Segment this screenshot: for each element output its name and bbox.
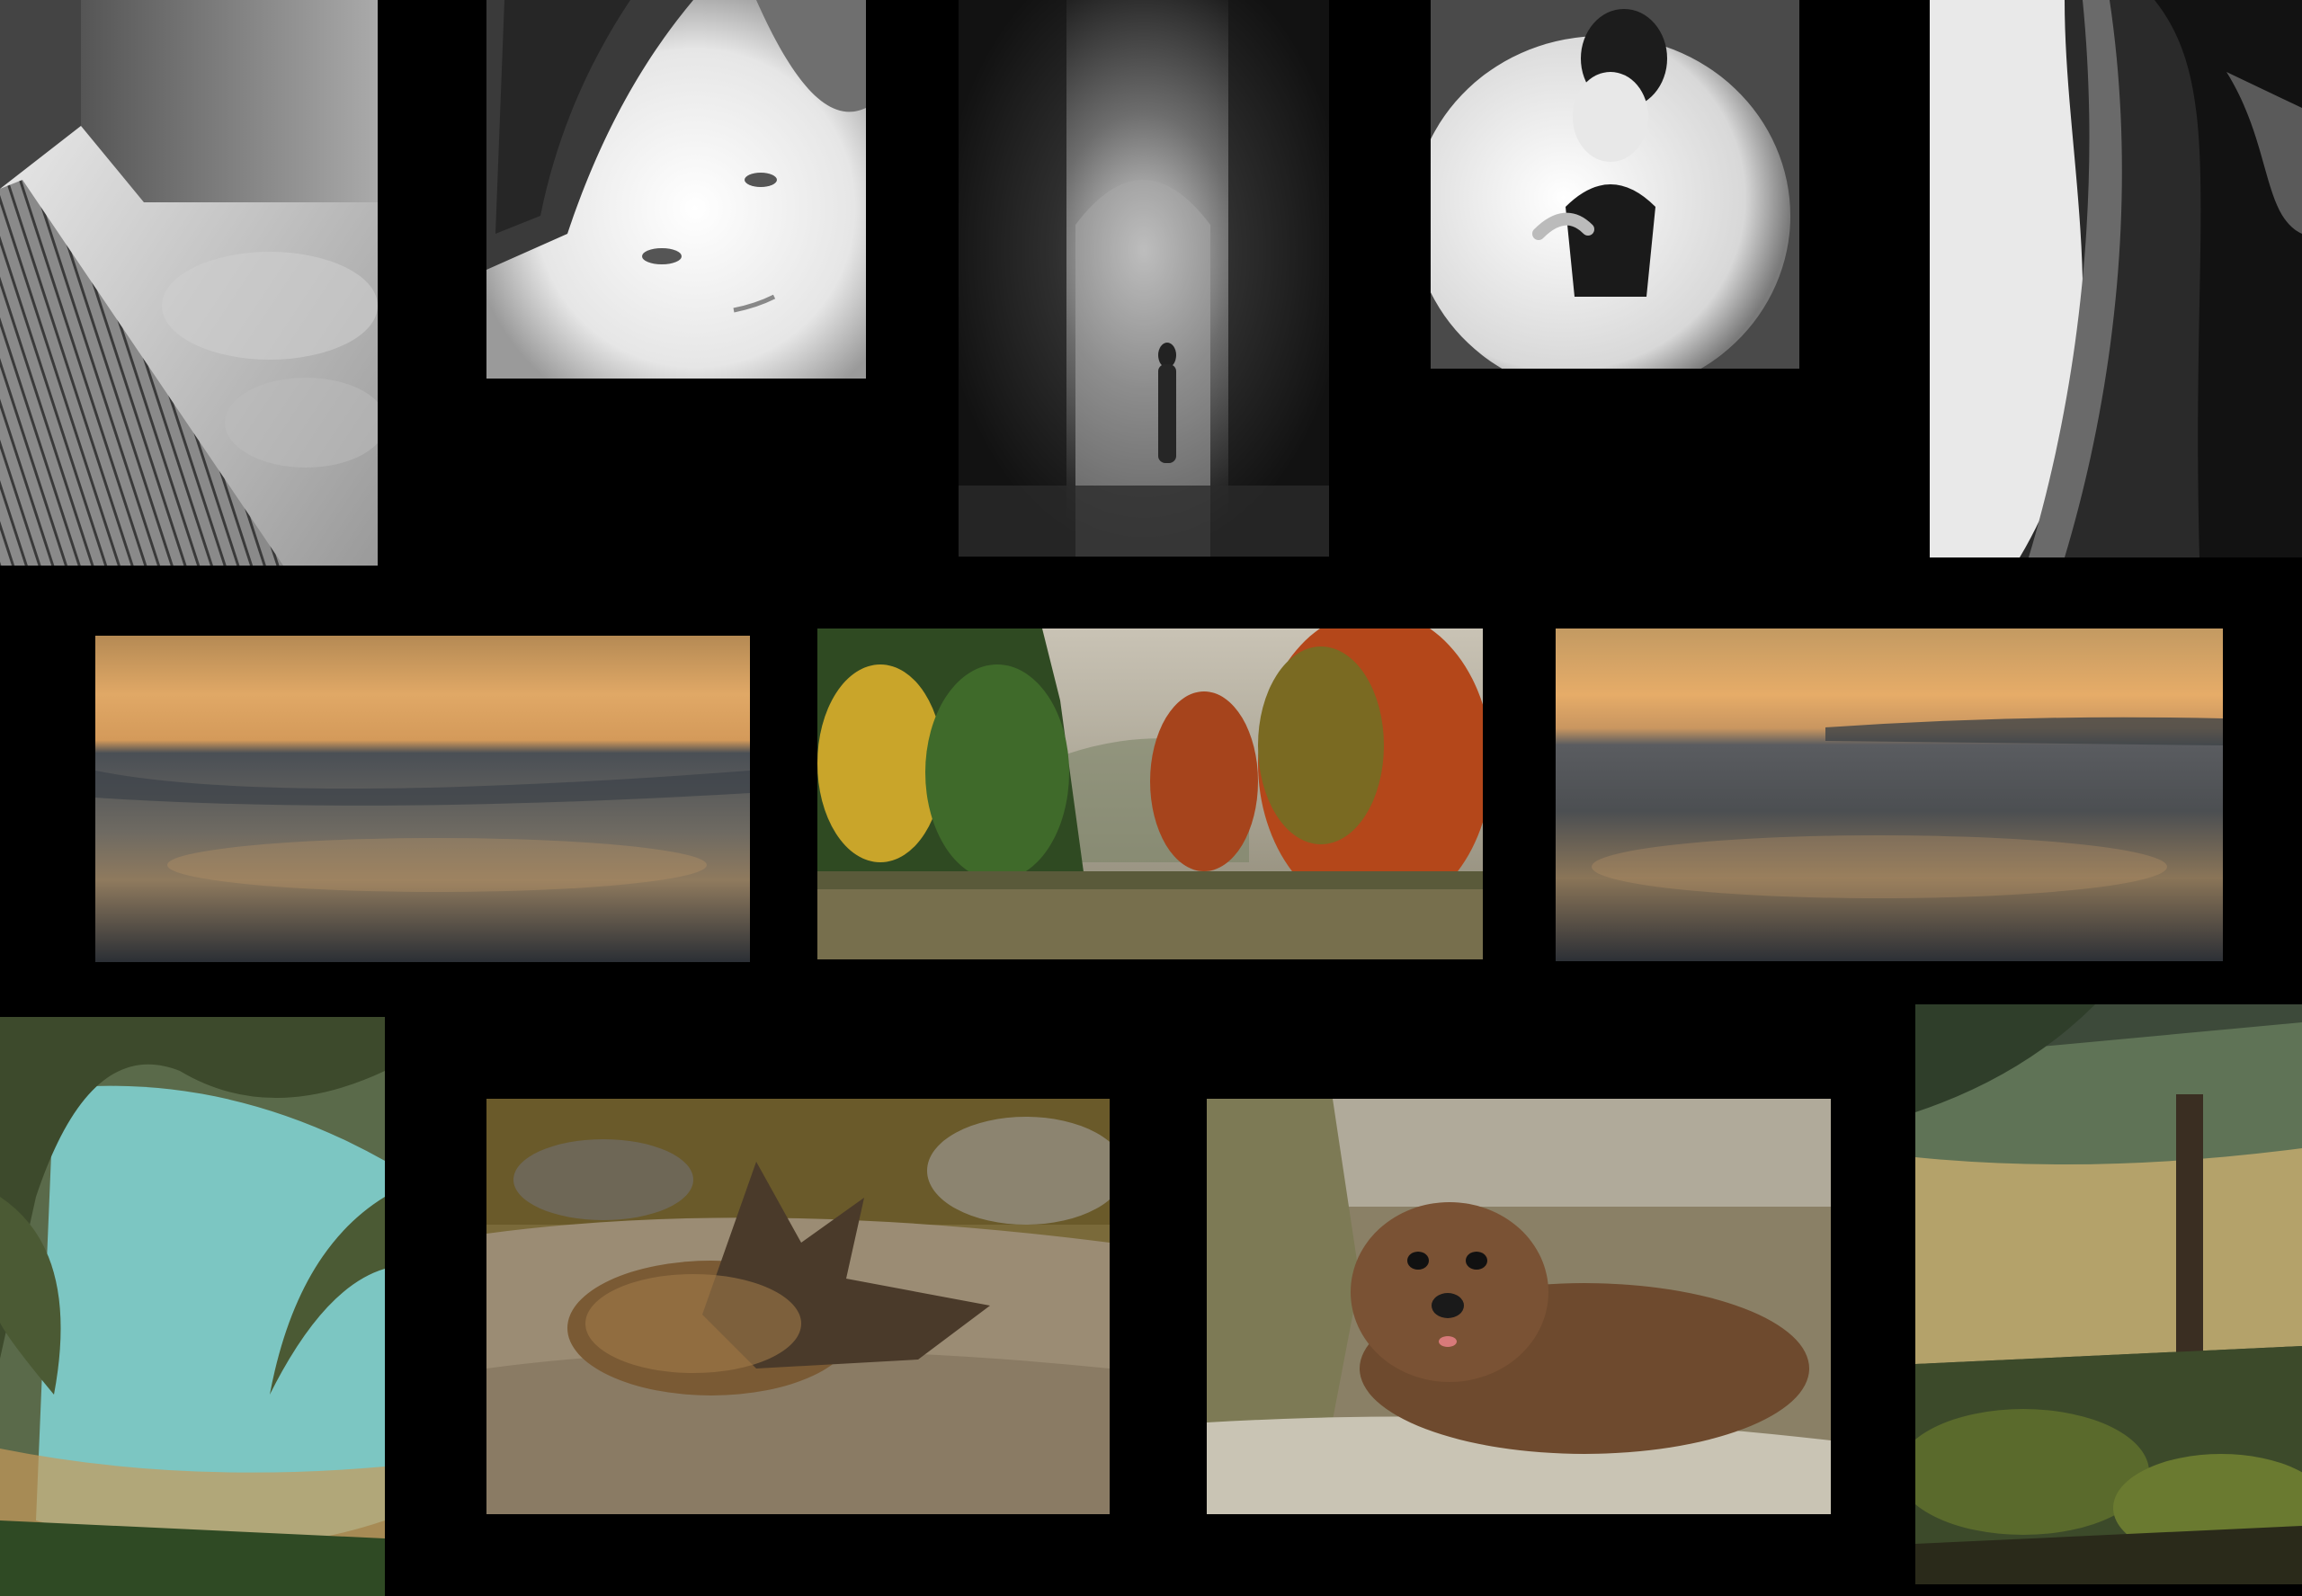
forest-lake-view-photo (1915, 1004, 2302, 1584)
abstract-figure-curves-photo (1930, 0, 2302, 557)
architecture-skyward-photo (0, 0, 378, 566)
portrait-woman-looking-up-photo (486, 0, 866, 379)
mossy-trees-lagoon-photo (0, 1017, 385, 1596)
autumn-trees-pond-photo (817, 629, 1483, 959)
resting-duck-photo (486, 1099, 1110, 1514)
beach-sunset-right-photo (1556, 629, 2223, 961)
fur-seal-pup-photo (1207, 1099, 1831, 1514)
beach-sunset-left-photo (95, 636, 750, 962)
blurred-archway-figure-photo (959, 0, 1329, 557)
ballerina-from-above-photo (1431, 0, 1799, 369)
